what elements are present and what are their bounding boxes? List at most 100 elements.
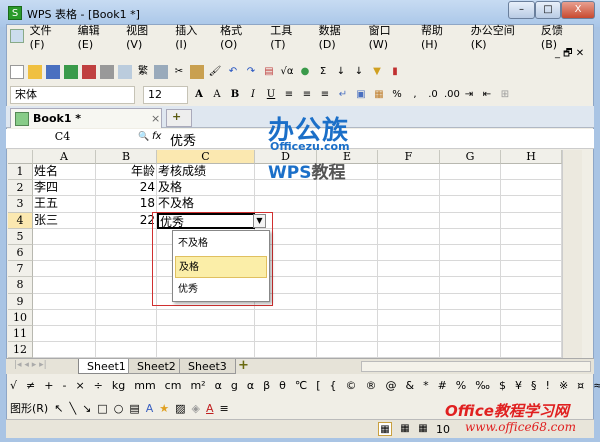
maximize-button[interactable]: □ bbox=[535, 1, 561, 19]
format-painter-icon[interactable]: 🖌 bbox=[208, 65, 222, 79]
menu-office-space[interactable]: 办公空间(K) bbox=[471, 22, 529, 51]
save-icon[interactable] bbox=[46, 65, 60, 79]
add-sheet-icon[interactable]: + bbox=[238, 358, 249, 373]
cell-a10[interactable] bbox=[33, 309, 96, 326]
new-tab-button[interactable]: + bbox=[166, 109, 192, 127]
cell-c2[interactable]: 及格 bbox=[157, 180, 255, 197]
symbol-button[interactable]: @ bbox=[386, 379, 397, 392]
cell-f7[interactable] bbox=[378, 261, 440, 278]
horizontal-scrollbar[interactable] bbox=[361, 361, 591, 372]
cell-e11[interactable] bbox=[317, 326, 378, 343]
cell-c12[interactable] bbox=[157, 342, 255, 359]
symbol-button[interactable]: # bbox=[438, 379, 447, 392]
paste-icon[interactable] bbox=[190, 65, 204, 79]
picture-icon[interactable]: ▨ bbox=[175, 402, 185, 415]
cell-e6[interactable] bbox=[317, 245, 378, 262]
symbol-button[interactable]: © bbox=[346, 379, 357, 392]
percent-button[interactable]: % bbox=[390, 88, 404, 102]
symbol-button[interactable]: ‰ bbox=[475, 379, 490, 392]
cell-h1[interactable] bbox=[501, 164, 562, 181]
clipart-icon[interactable]: ★ bbox=[159, 402, 169, 415]
minimize-button[interactable]: – bbox=[508, 1, 535, 19]
rectangle-icon[interactable]: □ bbox=[97, 402, 107, 415]
menu-help[interactable]: 帮助(H) bbox=[421, 22, 459, 51]
cell-e3[interactable] bbox=[317, 196, 378, 213]
cell-b6[interactable] bbox=[96, 245, 157, 262]
symbol-button[interactable]: α bbox=[215, 379, 222, 392]
cell-f5[interactable] bbox=[378, 228, 440, 245]
sheet-tab-1[interactable]: Sheet1 bbox=[78, 359, 135, 374]
new-icon[interactable] bbox=[10, 65, 24, 79]
cell-g9[interactable] bbox=[440, 293, 501, 310]
symbol-button[interactable]: ® bbox=[366, 379, 377, 392]
row-header-5[interactable]: 5 bbox=[8, 228, 33, 245]
cell-g4[interactable] bbox=[440, 212, 501, 229]
cell-f6[interactable] bbox=[378, 245, 440, 262]
cut-icon[interactable]: ✂ bbox=[172, 65, 186, 79]
cell-c10[interactable] bbox=[157, 309, 255, 326]
symbol-button[interactable]: ¥ bbox=[515, 379, 522, 392]
cell-a1[interactable]: 姓名 bbox=[33, 164, 96, 181]
cell-h2[interactable] bbox=[501, 180, 562, 197]
cell-a5[interactable] bbox=[33, 228, 96, 245]
font-color-icon[interactable]: A bbox=[206, 402, 214, 415]
menu-tools[interactable]: 工具(T) bbox=[270, 22, 306, 51]
page-layout-icon[interactable]: ▦ bbox=[398, 422, 412, 436]
select-arrow-icon[interactable]: ↖ bbox=[54, 402, 63, 415]
cell-e10[interactable] bbox=[317, 309, 378, 326]
symbol-button[interactable]: m² bbox=[190, 379, 205, 392]
symbol-button[interactable]: α bbox=[247, 379, 254, 392]
dropdown-option-highlighted[interactable]: 及格 bbox=[175, 256, 267, 278]
cell-b2[interactable]: 24 bbox=[96, 180, 157, 197]
column-header-h[interactable]: H bbox=[501, 150, 562, 164]
cell-b4[interactable]: 22 bbox=[96, 212, 157, 229]
cell-a2[interactable]: 李四 bbox=[33, 180, 96, 197]
cell-a4[interactable]: 张三 bbox=[33, 212, 96, 229]
cell-e9[interactable] bbox=[317, 293, 378, 310]
cell-f4[interactable] bbox=[378, 212, 440, 229]
border-icon[interactable]: ⊞ bbox=[498, 88, 512, 102]
symbol-button[interactable]: § bbox=[531, 379, 537, 392]
cell-g2[interactable] bbox=[440, 180, 501, 197]
row-header-12[interactable]: 12 bbox=[8, 342, 33, 359]
page-break-icon[interactable]: ▦ bbox=[416, 422, 430, 436]
cell-f1[interactable] bbox=[378, 164, 440, 181]
sheet-tab-3[interactable]: Sheet3 bbox=[179, 359, 236, 374]
cell-g11[interactable] bbox=[440, 326, 501, 343]
cell-h4[interactable] bbox=[501, 212, 562, 229]
symbol-button[interactable]: ≈ bbox=[593, 379, 600, 392]
indent-icon[interactable]: ⇥ bbox=[462, 88, 476, 102]
symbol-button[interactable]: √ bbox=[10, 379, 17, 392]
symbol-button[interactable]: { bbox=[330, 379, 337, 392]
column-header-f[interactable]: F bbox=[378, 150, 440, 164]
cell-a8[interactable] bbox=[33, 277, 96, 294]
row-header-1[interactable]: 1 bbox=[8, 164, 33, 181]
symbol-button[interactable]: - bbox=[62, 379, 66, 392]
menu-view[interactable]: 视图(V) bbox=[126, 22, 163, 51]
zoom-formula-icon[interactable]: 🔍 bbox=[138, 132, 149, 142]
wrap-icon[interactable]: ↵ bbox=[336, 88, 350, 102]
symbol-button[interactable]: ! bbox=[546, 379, 550, 392]
symbol-button[interactable]: × bbox=[75, 379, 84, 392]
cell-b3[interactable]: 18 bbox=[96, 196, 157, 213]
menu-window[interactable]: 窗口(W) bbox=[369, 22, 409, 51]
normal-view-icon[interactable]: ▦ bbox=[378, 422, 392, 436]
pdf-icon[interactable] bbox=[82, 65, 96, 79]
cell-g12[interactable] bbox=[440, 342, 501, 359]
align-left-icon[interactable]: ≡ bbox=[282, 88, 296, 102]
symbol-button[interactable]: ¤ bbox=[577, 379, 584, 392]
dropdown-option[interactable]: 不及格 bbox=[175, 233, 267, 255]
cell-a11[interactable] bbox=[33, 326, 96, 343]
cell-f11[interactable] bbox=[378, 326, 440, 343]
cell-h12[interactable] bbox=[501, 342, 562, 359]
preview-icon[interactable] bbox=[118, 65, 132, 79]
menu-data[interactable]: 数据(D) bbox=[319, 22, 357, 51]
cell-h10[interactable] bbox=[501, 309, 562, 326]
cell-d11[interactable] bbox=[255, 326, 317, 343]
open-icon[interactable] bbox=[28, 65, 42, 79]
cell-b1[interactable]: 年龄 bbox=[96, 164, 157, 181]
close-tab-icon[interactable]: × bbox=[151, 112, 160, 125]
row-icon[interactable]: ▤ bbox=[262, 65, 276, 79]
web-icon[interactable]: ● bbox=[298, 65, 312, 79]
font-size-select[interactable]: 12 bbox=[143, 86, 188, 104]
